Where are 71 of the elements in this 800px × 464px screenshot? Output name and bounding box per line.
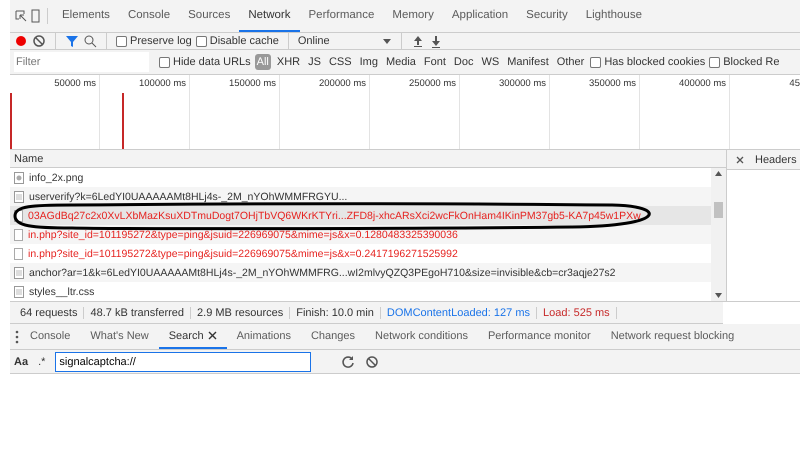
clear-icon[interactable]	[365, 354, 380, 368]
blank-file-icon	[14, 228, 23, 240]
status-item: Load: 525 ms	[537, 306, 617, 318]
tick-label: 50000 ms	[54, 78, 96, 89]
panel-tab[interactable]: Memory	[383, 0, 443, 32]
type-filter[interactable]: CSS	[326, 54, 354, 70]
scroll-down-icon[interactable]	[715, 293, 722, 298]
checkbox[interactable]: Blocked Re	[709, 56, 780, 68]
request-row[interactable]: 03AGdBq27c2x0XvLXbMazKsuXDTmuDogt7OHjTbVQ6WKrKTYri...ZFD8j-xhcARsXci2wcFkOnHam4IKinPM37gb5-KA7p45w1PXw	[10, 206, 711, 225]
type-filter[interactable]: Media	[384, 54, 418, 70]
drawer-tab[interactable]: What's New	[80, 324, 159, 349]
status-item: 2.9 MB resources	[191, 306, 290, 318]
tick-label: 45	[789, 78, 800, 89]
panel-tab[interactable]: Performance	[300, 0, 384, 32]
checkbox[interactable]: Disable cache	[196, 35, 279, 47]
refresh-icon[interactable]	[341, 354, 356, 368]
drawer-tab[interactable]: Network conditions	[365, 324, 478, 349]
type-filter[interactable]: WS	[479, 54, 502, 70]
throttling-select[interactable]: Online	[298, 35, 378, 47]
checkbox[interactable]: Hide data URLs	[159, 56, 251, 68]
checkbox[interactable]: Preserve log	[116, 35, 192, 47]
document-icon	[14, 266, 24, 278]
request-row[interactable]: anchor?ar=1&k=6LedYI0UAAAAAMt8HLj4s-_2M_nYOhWMMFRG...wI2mlvyQZQ3PEgoH710&size=invisible&cb=cr3aqje27s2	[10, 263, 711, 282]
document-icon	[14, 286, 24, 298]
type-filter[interactable]: Manifest	[505, 54, 551, 70]
type-filter[interactable]: Font	[422, 54, 448, 70]
column-header[interactable]: Name	[14, 152, 44, 164]
drawer-tab[interactable]: Animations	[226, 324, 301, 349]
close-icon[interactable]	[208, 331, 217, 340]
match-case-toggle[interactable]: Aa	[14, 356, 28, 368]
image-file-icon	[14, 172, 24, 184]
type-filter[interactable]: Other	[554, 54, 586, 70]
clear-icon[interactable]	[32, 34, 46, 48]
scroll-thumb[interactable]	[714, 202, 723, 218]
drawer-tab[interactable]: Changes	[300, 324, 366, 349]
status-item: Finish: 10.0 min	[290, 306, 381, 318]
inspect-icon[interactable]	[14, 9, 28, 23]
checkbox[interactable]: Has blocked cookies	[590, 56, 706, 68]
regex-toggle[interactable]: .*	[38, 356, 46, 368]
blank-file-icon	[14, 248, 23, 260]
tick-label: 100000 ms	[138, 78, 186, 89]
search-field[interactable]: signalcaptcha://	[55, 352, 312, 372]
tick-label: 400000 ms	[678, 78, 726, 89]
panel-tab[interactable]: Security	[517, 0, 577, 32]
tick-label: 300000 ms	[498, 78, 546, 89]
scroll-up-icon[interactable]	[715, 171, 722, 176]
drawer-tab[interactable]: Console	[20, 324, 80, 349]
document-icon	[14, 190, 24, 202]
tick-label: 200000 ms	[318, 78, 366, 89]
type-filter[interactable]: XHR	[274, 54, 302, 70]
drawer-tab[interactable]: Network request blocking	[600, 324, 744, 349]
panel-tab[interactable]: Lighthouse	[576, 0, 651, 32]
tick-label: 250000 ms	[408, 78, 456, 89]
record-icon[interactable]	[14, 34, 28, 48]
status-item: 64 requests	[14, 306, 84, 318]
type-filter[interactable]: JS	[306, 54, 323, 70]
tick-label: 350000 ms	[588, 78, 636, 89]
panel-tab[interactable]: Sources	[179, 0, 240, 32]
scrollbar[interactable]	[711, 168, 726, 301]
panel-tab[interactable]: Elements	[53, 0, 119, 32]
panel-tab[interactable]: Application	[442, 0, 518, 32]
tick-label: 150000 ms	[228, 78, 276, 89]
more-menu-icon[interactable]	[14, 330, 20, 344]
type-filter[interactable]: Img	[358, 54, 380, 70]
panel-tab[interactable]: Console	[118, 0, 180, 32]
status-item: DOMContentLoaded: 127 ms	[380, 306, 537, 318]
status-item: 48.7 kB transferred	[84, 306, 192, 318]
filter-field[interactable]: Filter	[14, 52, 149, 72]
drawer-tab[interactable]: Performance monitor	[478, 324, 601, 349]
type-filter[interactable]: Doc	[452, 54, 476, 70]
search-icon[interactable]	[83, 34, 97, 48]
